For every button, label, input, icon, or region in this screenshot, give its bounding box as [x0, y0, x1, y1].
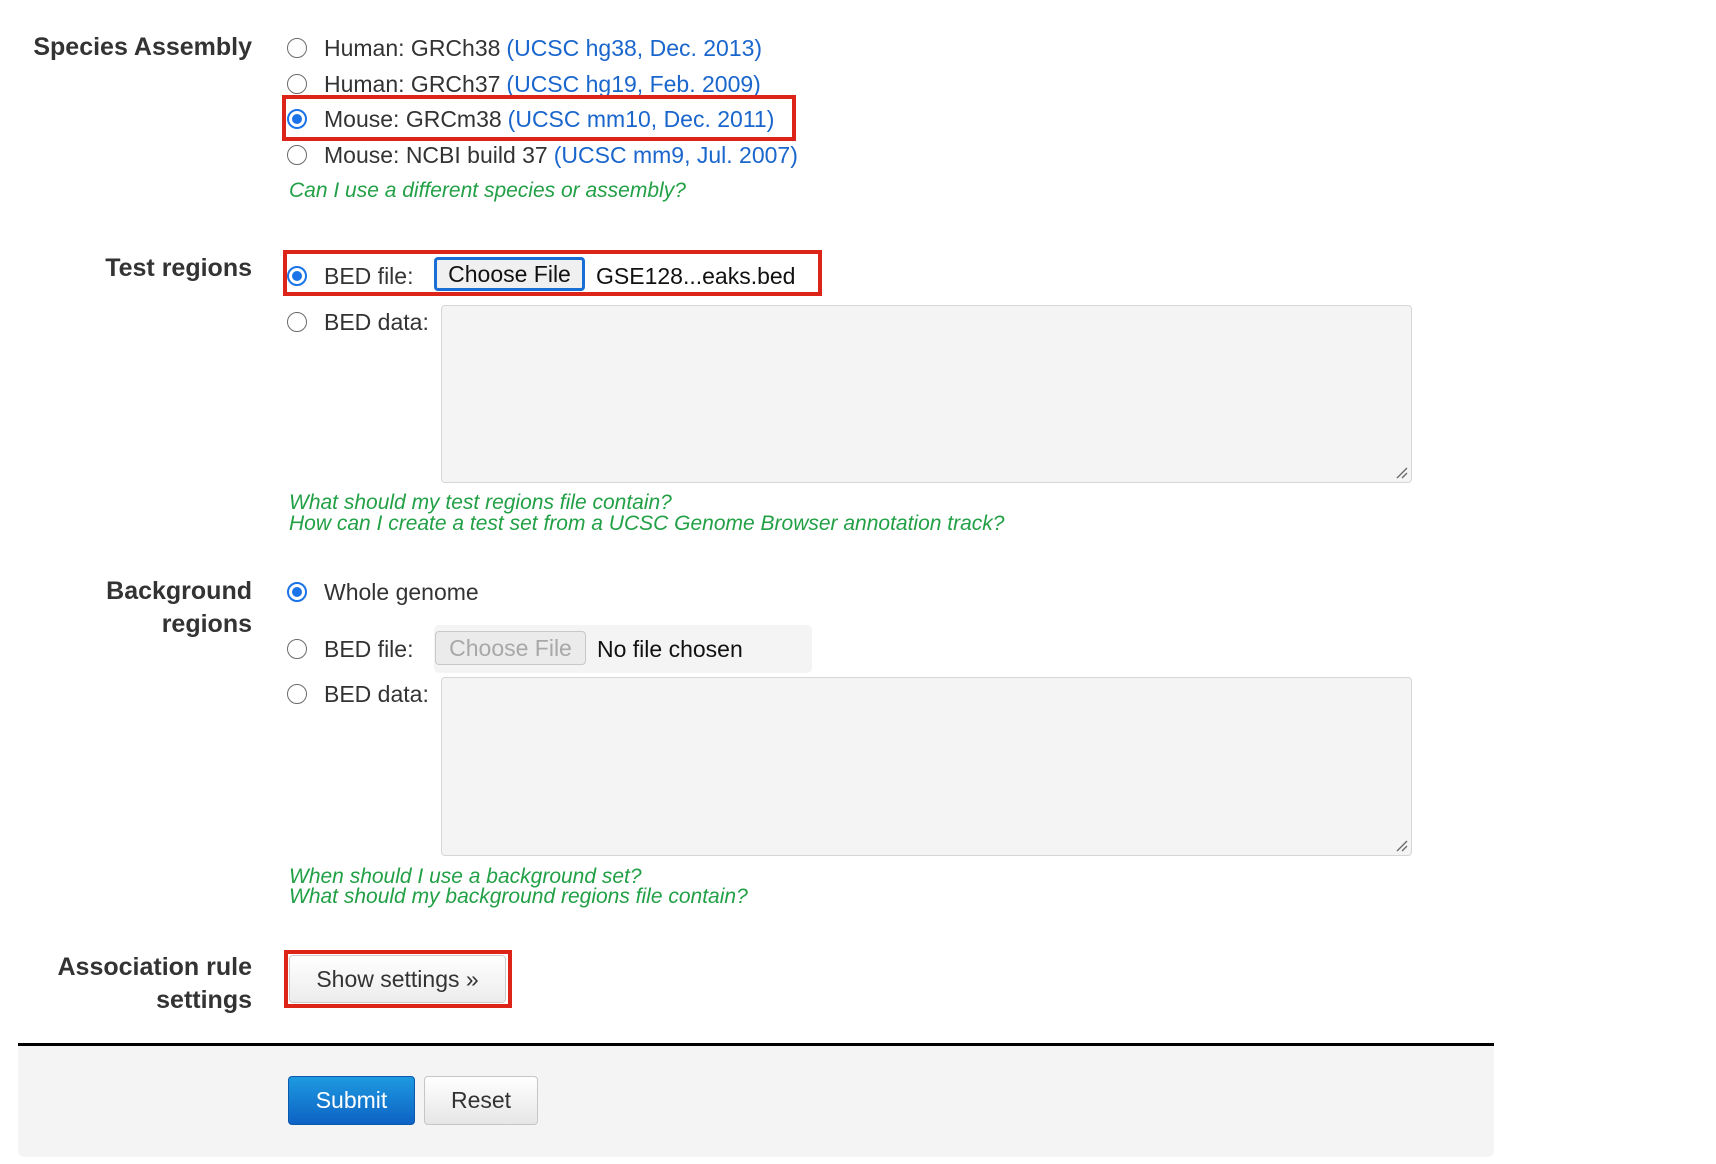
- species-option-link[interactable]: (UCSC mm9, Jul. 2007): [554, 142, 798, 169]
- radio-test-bed-data[interactable]: [287, 312, 307, 332]
- bg-bed-file-option[interactable]: BED file:: [287, 632, 413, 666]
- species-option-name: Human: GRCh37: [324, 70, 501, 97]
- species-option-name: Mouse: GRCm38: [324, 105, 502, 132]
- species-option-grch37[interactable]: Human: GRCh37 (UCSC hg19, Feb. 2009): [287, 67, 761, 101]
- test-help-link-1[interactable]: What should my test regions file contain…: [289, 492, 672, 514]
- species-option-name: Mouse: NCBI build 37: [324, 141, 548, 168]
- species-help-link[interactable]: Can I use a different species or assembl…: [289, 180, 686, 202]
- test-regions-label: Test regions: [105, 254, 252, 282]
- species-option-link[interactable]: (UCSC hg19, Feb. 2009): [506, 71, 760, 98]
- bg-whole-genome-option[interactable]: Whole genome: [287, 575, 479, 609]
- test-help-link-2[interactable]: How can I create a test set from a UCSC …: [289, 513, 1004, 535]
- radio-bg-bed-data[interactable]: [287, 684, 307, 704]
- bg-bed-data-textarea[interactable]: [441, 677, 1412, 856]
- radio-ncbi37[interactable]: [287, 145, 307, 165]
- submit-button[interactable]: Submit: [288, 1076, 415, 1125]
- species-option-grcm38[interactable]: Mouse: GRCm38 (UCSC mm10, Dec. 2011): [287, 102, 774, 136]
- radio-test-bed-file[interactable]: [287, 266, 307, 286]
- radio-whole-genome[interactable]: [287, 582, 307, 602]
- reset-button[interactable]: Reset: [424, 1076, 538, 1125]
- whole-genome-label: Whole genome: [324, 578, 479, 605]
- test-file-name: GSE128...eaks.bed: [596, 263, 796, 289]
- species-option-name: Human: GRCh38: [324, 34, 501, 61]
- bed-file-label: BED file:: [324, 635, 414, 662]
- test-choose-file-button[interactable]: Choose File: [434, 257, 585, 291]
- species-option-ncbi37[interactable]: Mouse: NCBI build 37 (UCSC mm9, Jul. 200…: [287, 138, 798, 172]
- bed-data-label: BED data:: [324, 680, 429, 707]
- resize-handle-icon[interactable]: [1396, 840, 1408, 852]
- bg-choose-file-button[interactable]: Choose File: [435, 631, 586, 665]
- background-regions-label-1: Background: [106, 577, 252, 605]
- species-option-link[interactable]: (UCSC hg38, Dec. 2013): [506, 35, 762, 62]
- test-bed-data-option[interactable]: BED data:: [287, 305, 429, 339]
- bg-file-name: No file chosen: [597, 636, 743, 662]
- species-option-grch38[interactable]: Human: GRCh38 (UCSC hg38, Dec. 2013): [287, 31, 762, 65]
- bg-bed-data-option[interactable]: BED data:: [287, 677, 429, 711]
- bed-data-label: BED data:: [324, 308, 429, 335]
- radio-grch38[interactable]: [287, 38, 307, 58]
- background-regions-label-2: regions: [161, 610, 252, 638]
- association-label-1: Association rule: [57, 953, 253, 981]
- radio-grcm38[interactable]: [287, 109, 307, 129]
- radio-grch37[interactable]: [287, 74, 307, 94]
- form-footer: [18, 1043, 1494, 1157]
- bg-help-link-2[interactable]: What should my background regions file c…: [289, 886, 748, 908]
- test-bed-data-textarea[interactable]: [441, 305, 1412, 483]
- bed-file-label: BED file:: [324, 262, 414, 289]
- radio-bg-bed-file[interactable]: [287, 639, 307, 659]
- species-assembly-label: Species Assembly: [33, 33, 252, 61]
- test-bed-file-option[interactable]: BED file:: [287, 259, 413, 293]
- show-settings-button[interactable]: Show settings »: [289, 955, 506, 1003]
- association-label-2: settings: [156, 986, 252, 1014]
- species-option-link[interactable]: (UCSC mm10, Dec. 2011): [508, 106, 775, 133]
- resize-handle-icon[interactable]: [1396, 467, 1408, 479]
